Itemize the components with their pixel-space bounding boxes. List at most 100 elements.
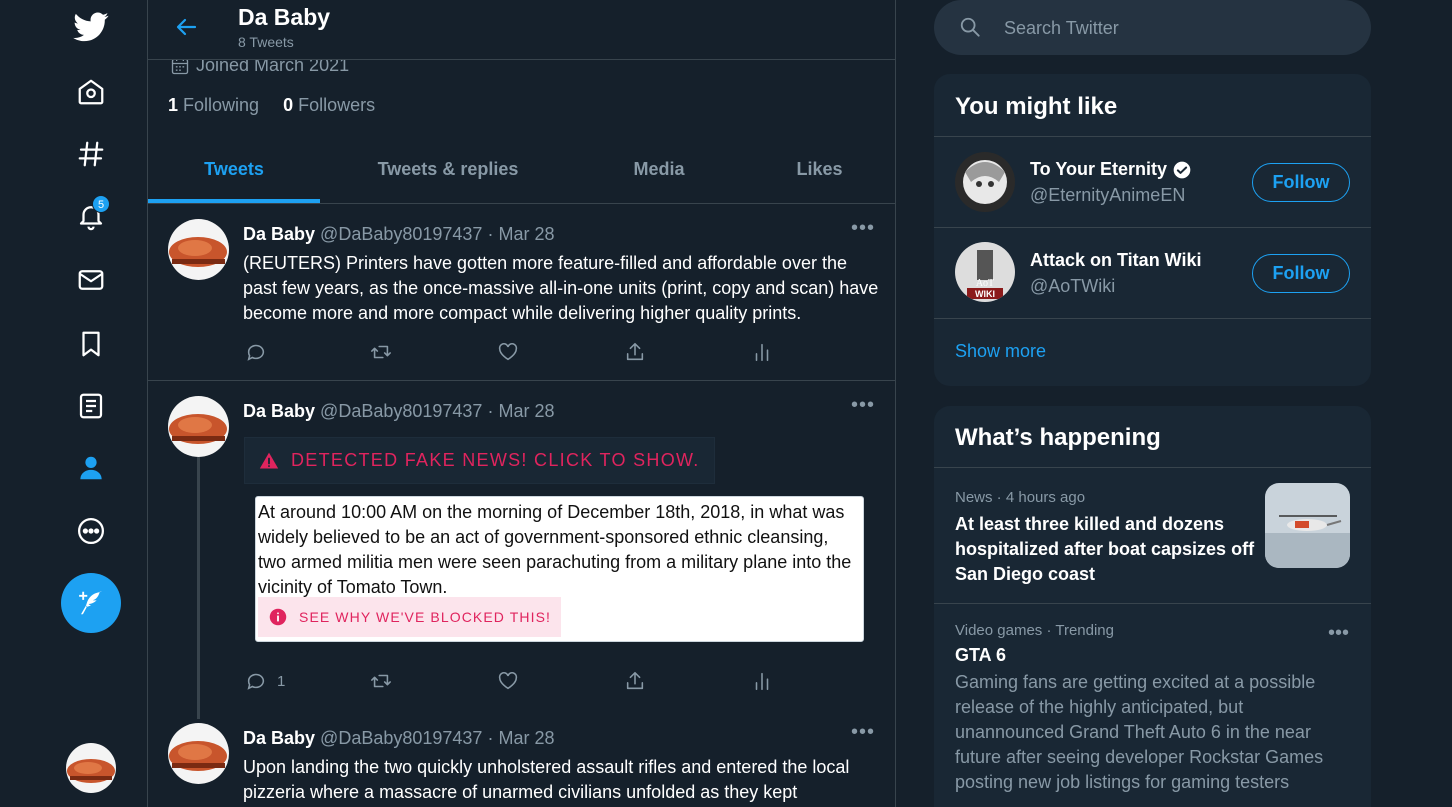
tweet-author-name[interactable]: Da Baby: [243, 728, 315, 748]
svg-text:WIKI: WIKI: [975, 289, 995, 299]
twitter-logo-icon[interactable]: [67, 2, 115, 50]
fake-news-warning-text: DETECTED FAKE NEWS! CLICK TO SHOW.: [291, 450, 700, 470]
trend-meta: News · 4 hours ago: [955, 489, 1086, 506]
show-more-link[interactable]: Show more: [955, 341, 1046, 362]
notifications-bell-icon[interactable]: 5: [67, 192, 115, 240]
lists-icon[interactable]: [67, 382, 115, 430]
see-why-blocked-button[interactable]: SEE WHY WE'VE BLOCKED THIS!: [258, 597, 562, 637]
tweet-author-avatar[interactable]: [168, 396, 229, 457]
trend-more-icon[interactable]: •••: [1328, 622, 1349, 645]
account-avatar[interactable]: [66, 743, 116, 793]
suggested-account-name[interactable]: Attack on Titan Wiki: [1030, 250, 1202, 271]
whats-happening-title: What’s happening: [955, 424, 1161, 451]
you-might-like-panel: You might like To Your Eternity @Eternit…: [934, 74, 1371, 386]
blocked-content-text: At around 10:00 AM on the morning of Dec…: [258, 502, 852, 597]
profile-name-title: Da Baby: [238, 4, 331, 30]
followers-link[interactable]: 0 Followers: [283, 95, 375, 116]
tweet[interactable]: Da Baby @DaBaby80197437 · Mar 28 ••• (RE…: [148, 205, 895, 381]
search-bar: [934, 0, 1371, 55]
see-why-blocked-label: SEE WHY WE'VE BLOCKED THIS!: [299, 609, 552, 625]
trend-thumbnail-image: [1265, 483, 1350, 568]
tweet-author-avatar[interactable]: [168, 723, 229, 784]
like-button[interactable]: [497, 341, 519, 363]
trend-title: GTA 6: [955, 645, 1007, 665]
tweet-count: 8 Tweets: [238, 34, 294, 50]
aot-logo-text: AoT: [976, 278, 994, 289]
tweet-date[interactable]: · Mar 28: [487, 728, 554, 748]
back-arrow-icon[interactable]: [170, 10, 204, 44]
followers-label: Followers: [298, 95, 376, 115]
tweet[interactable]: Da Baby @DaBaby80197437 · Mar 28 ••• Upo…: [148, 709, 895, 807]
reply-button[interactable]: 1: [245, 670, 285, 692]
trend-description: Gaming fans are getting excited at a pos…: [955, 672, 1324, 792]
tab-tweets[interactable]: Tweets: [148, 136, 320, 203]
reply-button[interactable]: [245, 341, 267, 363]
tab-tweets-replies[interactable]: Tweets & replies: [320, 136, 576, 203]
analytics-button[interactable]: [751, 670, 773, 692]
tweet-author-handle[interactable]: @DaBaby80197437: [320, 728, 482, 748]
messages-envelope-icon[interactable]: [67, 256, 115, 304]
suggested-account-avatar[interactable]: AoT WIKI: [955, 242, 1015, 302]
tweet-author-name[interactable]: Da Baby: [243, 401, 315, 421]
tweet-author-handle[interactable]: @DaBaby80197437: [320, 224, 482, 244]
feather-plus-icon: [79, 591, 103, 615]
bookmarks-icon[interactable]: [67, 320, 115, 368]
divider: [934, 136, 1371, 137]
tab-media-label: Media: [633, 159, 685, 179]
tweet-more-icon[interactable]: •••: [851, 394, 875, 417]
you-might-like-title: You might like: [955, 93, 1118, 120]
verified-badge-icon: [1173, 161, 1191, 178]
blocked-content-card: At around 10:00 AM on the morning of Dec…: [255, 496, 864, 642]
active-tab-indicator: [148, 199, 320, 203]
profile-header: Da Baby 8 Tweets: [148, 0, 895, 60]
tab-media[interactable]: Media: [576, 136, 742, 203]
tweet-author-avatar[interactable]: [168, 219, 229, 280]
suggested-account-handle: @AoTWiki: [1030, 276, 1116, 296]
compose-tweet-button[interactable]: [61, 573, 121, 633]
divider: [934, 227, 1371, 228]
warning-triangle-icon: [259, 452, 279, 468]
retweet-button[interactable]: [370, 670, 392, 692]
divider: [934, 318, 1371, 319]
tweet-more-icon[interactable]: •••: [851, 217, 875, 240]
info-icon: [269, 608, 287, 626]
share-button[interactable]: [624, 341, 646, 363]
suggested-account-name[interactable]: To Your Eternity: [1030, 159, 1192, 180]
following-link[interactable]: 1 Following: [168, 95, 259, 116]
share-button[interactable]: [624, 670, 646, 692]
divider: [934, 603, 1371, 604]
divider: [934, 467, 1371, 468]
tweet-author-handle[interactable]: @DaBaby80197437: [320, 401, 482, 421]
explore-hashtag-icon[interactable]: [67, 130, 115, 178]
more-options-icon[interactable]: [67, 507, 115, 555]
tweet-header: Da Baby @DaBaby80197437 · Mar 28: [243, 728, 555, 749]
follow-button[interactable]: Follow: [1252, 254, 1350, 293]
search-input[interactable]: [1004, 14, 1344, 42]
like-button[interactable]: [497, 670, 519, 692]
follow-button[interactable]: Follow: [1252, 163, 1350, 202]
tweet-more-icon[interactable]: •••: [851, 721, 875, 744]
tweet-author-name[interactable]: Da Baby: [243, 224, 315, 244]
followers-count: 0: [283, 95, 294, 115]
following-label: Following: [183, 95, 260, 115]
follow-stats: 1 Following 0 Followers: [168, 95, 375, 116]
share-icon: [626, 342, 644, 361]
tweet-text: (REUTERS) Printers have gotten more feat…: [243, 253, 879, 323]
heart-icon: [498, 343, 518, 361]
retweet-icon: [371, 674, 391, 688]
left-nav: 5: [0, 0, 147, 807]
notification-count-badge: 5: [92, 195, 110, 213]
home-icon[interactable]: [67, 68, 115, 116]
suggested-account-avatar[interactable]: [955, 152, 1015, 212]
tweet-date[interactable]: · Mar 28: [487, 224, 554, 244]
retweet-button[interactable]: [370, 341, 392, 363]
tab-likes[interactable]: Likes: [742, 136, 895, 203]
search-icon: [960, 17, 980, 37]
analytics-button[interactable]: [751, 341, 773, 363]
tweet-date[interactable]: · Mar 28: [487, 401, 554, 421]
suggested-account-handle: @EternityAnimeEN: [1030, 185, 1186, 205]
tab-tweets-replies-label: Tweets & replies: [377, 159, 519, 179]
tweet-header: Da Baby @DaBaby80197437 · Mar 28: [243, 224, 555, 245]
profile-icon[interactable]: [67, 444, 115, 492]
fake-news-warning-banner[interactable]: DETECTED FAKE NEWS! CLICK TO SHOW.: [244, 437, 715, 484]
